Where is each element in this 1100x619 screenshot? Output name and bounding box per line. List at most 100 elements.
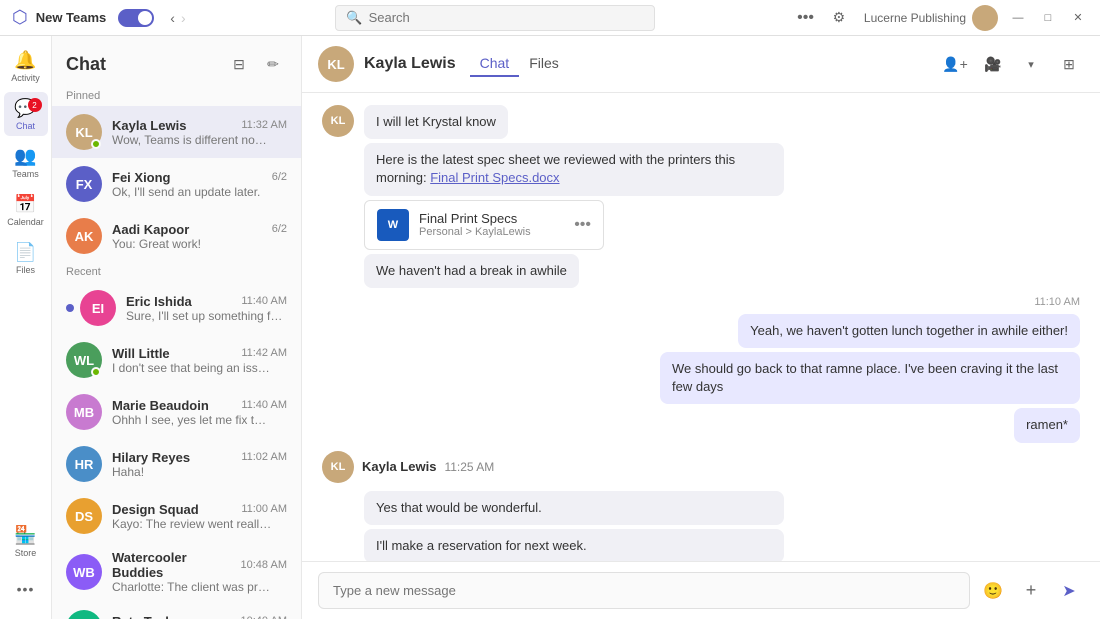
sidebar-item-more[interactable]: ••• xyxy=(4,567,48,611)
filter-button[interactable]: ⊟ xyxy=(225,50,253,78)
chat-item-content: Marie Beaudoin 11:40 AM Ohhh I see, yes … xyxy=(112,398,287,427)
sender-name: Kayla Lewis xyxy=(362,459,436,474)
nav-arrows: ‹ › xyxy=(170,10,185,26)
chat-badge: 2 xyxy=(28,98,42,112)
store-label: Store xyxy=(15,548,37,558)
contact-avatar: KL xyxy=(318,46,354,82)
avatar: AK xyxy=(66,218,102,254)
avatar: HR xyxy=(66,446,102,482)
message-bubble: I will let Krystal know xyxy=(364,105,508,139)
message-bubble: Yeah, we haven't gotten lunch together i… xyxy=(738,314,1080,348)
sidebar-title: Chat xyxy=(66,54,106,75)
video-call-icon[interactable]: 🎥 xyxy=(978,49,1008,79)
files-label: Files xyxy=(16,265,35,275)
compose-button[interactable]: ✏ xyxy=(259,50,287,78)
app-logo-icon: ⬡ xyxy=(12,7,28,28)
list-item[interactable]: AK Aadi Kapoor 6/2 You: Great work! xyxy=(52,210,301,262)
message-bubble: I'll make a reservation for next week. xyxy=(364,529,784,561)
chat-main: KL Kayla Lewis Chat Files 👤+ 🎥 ▾ ⊞ KL I … xyxy=(302,36,1100,619)
list-item[interactable]: KL Kayla Lewis 11:32 AM Wow, Teams is di… xyxy=(52,106,301,158)
sender-info: KL Kayla Lewis 11:25 AM xyxy=(322,451,1080,483)
search-icon: 🔍 xyxy=(346,10,362,26)
app-body: 🔔 Activity 2 💬 Chat 👥 Teams 📅 Calendar 📄… xyxy=(0,36,1100,619)
activity-label: Activity xyxy=(11,73,40,83)
online-indicator xyxy=(91,367,101,377)
message-bubble: Yes that would be wonderful. xyxy=(364,491,784,525)
list-item[interactable]: RT Reta Taylor 10:40 AM Ah, ok I underst… xyxy=(52,602,301,619)
list-item[interactable]: MB Marie Beaudoin 11:40 AM Ohhh I see, y… xyxy=(52,386,301,438)
tab-files[interactable]: Files xyxy=(519,51,569,77)
send-button[interactable]: ➤ xyxy=(1054,576,1084,606)
list-item[interactable]: EI Eric Ishida 11:40 AM Sure, I'll set u… xyxy=(52,282,301,334)
tab-chat[interactable]: Chat xyxy=(470,51,520,77)
back-icon[interactable]: ‹ xyxy=(170,10,175,26)
sidebar-item-teams[interactable]: 👥 Teams xyxy=(4,140,48,184)
layout-icon[interactable]: ⊞ xyxy=(1054,49,1084,79)
file-info: Final Print Specs Personal > KaylaLewis xyxy=(419,211,564,238)
file-attachment[interactable]: W Final Print Specs Personal > KaylaLewi… xyxy=(364,200,604,250)
sidebar-item-files[interactable]: 📄 Files xyxy=(4,236,48,280)
attach-button[interactable]: + xyxy=(1016,576,1046,606)
sidebar-item-calendar[interactable]: 📅 Calendar xyxy=(4,188,48,232)
search-input[interactable] xyxy=(369,10,645,25)
user-profile[interactable]: Lucerne Publishing xyxy=(864,5,998,31)
messages-area: KL I will let Krystal know Here is the l… xyxy=(302,93,1100,561)
message-avatar: KL xyxy=(322,451,354,483)
settings-icon[interactable]: ⚙ xyxy=(824,3,854,33)
avatar: WB xyxy=(66,554,102,590)
sidebar-header: Chat ⊟ ✏ xyxy=(52,36,301,86)
sidebar-item-activity[interactable]: 🔔 Activity xyxy=(4,44,48,88)
list-item[interactable]: FX Fei Xiong 6/2 Ok, I'll send an update… xyxy=(52,158,301,210)
store-icon: 🏪 xyxy=(14,525,36,546)
list-item[interactable]: HR Hilary Reyes 11:02 AM Haha! xyxy=(52,438,301,490)
contact-name: Kayla Lewis xyxy=(364,55,456,73)
sidebar-item-chat[interactable]: 2 💬 Chat xyxy=(4,92,48,136)
chat-item-content: Eric Ishida 11:40 AM Sure, I'll set up s… xyxy=(126,294,287,323)
file-more-icon[interactable]: ••• xyxy=(574,216,591,234)
list-item[interactable]: WB Watercooler Buddies 10:48 AM Charlott… xyxy=(52,542,301,602)
unread-indicator xyxy=(66,304,74,312)
more-options-button[interactable]: ▾ xyxy=(1016,49,1046,79)
app-title: New Teams xyxy=(36,10,107,25)
more-options-icon[interactable]: ••• xyxy=(797,9,814,27)
avatar: DS xyxy=(66,498,102,534)
minimize-button[interactable]: — xyxy=(1008,8,1028,28)
message-bubble: ramen* xyxy=(1014,408,1080,442)
chat-tabs: Chat Files xyxy=(470,51,569,77)
chat-sidebar: Chat ⊟ ✏ Pinned KL Kayla Lewis 11:32 AM … xyxy=(52,36,302,619)
sidebar-item-store[interactable]: 🏪 Store xyxy=(4,519,48,563)
message-row: We haven't had a break in awhile xyxy=(322,254,1080,288)
forward-icon[interactable]: › xyxy=(181,10,186,26)
new-teams-toggle[interactable] xyxy=(118,9,154,27)
chat-label: Chat xyxy=(16,121,35,131)
maximize-button[interactable]: □ xyxy=(1038,8,1058,28)
avatar: MB xyxy=(66,394,102,430)
add-people-icon[interactable]: 👤+ xyxy=(940,49,970,79)
close-button[interactable]: ✕ xyxy=(1068,8,1088,28)
chat-header-actions: 👤+ 🎥 ▾ ⊞ xyxy=(940,49,1084,79)
message-bubble: We haven't had a break in awhile xyxy=(364,254,579,288)
more-icon: ••• xyxy=(17,581,35,597)
avatar: KL xyxy=(66,114,102,150)
chat-item-content: Fei Xiong 6/2 Ok, I'll send an update la… xyxy=(112,170,287,199)
chat-item-content: Design Squad 11:00 AM Kayo: The review w… xyxy=(112,502,287,531)
user-name: Lucerne Publishing xyxy=(864,11,966,25)
file-path: Personal > KaylaLewis xyxy=(419,226,564,238)
outgoing-message-group: 11:10 AM Yeah, we haven't gotten lunch t… xyxy=(322,296,1080,443)
search-bar[interactable]: 🔍 xyxy=(335,5,655,31)
word-icon: W xyxy=(377,209,409,241)
message-bubble: Here is the latest spec sheet we reviewe… xyxy=(364,143,784,195)
avatar: FX xyxy=(66,166,102,202)
avatar: RT xyxy=(66,610,102,619)
chat-header: KL Kayla Lewis Chat Files 👤+ 🎥 ▾ ⊞ xyxy=(302,36,1100,93)
list-item[interactable]: WL Will Little 11:42 AM I don't see that… xyxy=(52,334,301,386)
file-link[interactable]: Final Print Specs.docx xyxy=(430,170,559,185)
emoji-button[interactable]: 🙂 xyxy=(978,576,1008,606)
files-icon: 📄 xyxy=(14,242,36,263)
calendar-label: Calendar xyxy=(7,217,44,227)
message-content: Yes that would be wonderful. I'll make a… xyxy=(322,491,1080,562)
message-input[interactable] xyxy=(318,572,970,609)
list-item[interactable]: DS Design Squad 11:00 AM Kayo: The revie… xyxy=(52,490,301,542)
teams-icon: 👥 xyxy=(14,146,36,167)
message-group: KL Kayla Lewis 11:25 AM Yes that would b… xyxy=(322,451,1080,562)
